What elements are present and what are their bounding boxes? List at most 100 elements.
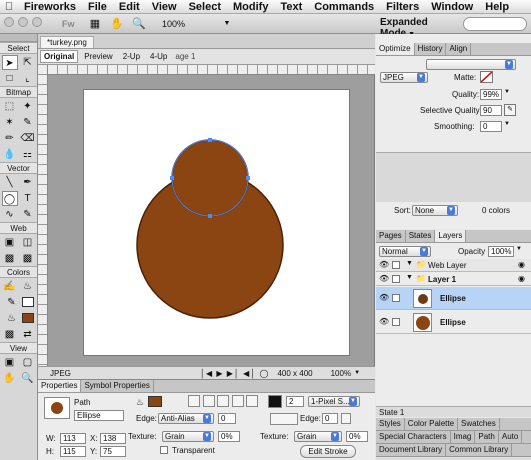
menu-fireworks[interactable]: Fireworks <box>18 1 82 13</box>
chevron-down-icon[interactable]: ▼ <box>504 121 512 132</box>
sort-select[interactable]: None ▼ <box>412 205 458 216</box>
tab-layers[interactable]: Layers <box>435 230 467 242</box>
tab-document-library[interactable]: Document Library <box>376 444 447 456</box>
subselect-tool-icon[interactable]: ⇱ <box>20 55 36 70</box>
document-tab[interactable]: *turkey.png <box>40 36 94 48</box>
marquee-tool-icon[interactable]: ⬚ <box>2 99 18 114</box>
document-zoom[interactable]: 100% <box>331 369 351 378</box>
stroke-edge-input[interactable]: 0 <box>322 413 338 424</box>
tab-color-palette[interactable]: Color Palette <box>405 418 459 430</box>
brush-tool-icon[interactable]: ✎ <box>20 115 36 130</box>
tab-symbol-properties[interactable]: Symbol Properties <box>81 380 154 392</box>
target-icon[interactable]: ◉ <box>518 260 525 269</box>
minimize-window-button[interactable] <box>18 17 28 27</box>
fill-color-swatch[interactable] <box>148 396 162 407</box>
edge-select[interactable]: Anti-Alias ▼ <box>158 413 214 424</box>
menu-view[interactable]: View <box>146 1 183 13</box>
chevron-down-icon[interactable]: ▼ <box>504 89 512 100</box>
menu-text[interactable]: Text <box>274 1 308 13</box>
screen-mode-icon[interactable]: ▣ <box>2 355 18 370</box>
stroke-color-swatch[interactable] <box>268 395 282 408</box>
magic-wand-icon[interactable]: ✶ <box>2 115 18 130</box>
stroke-size-input[interactable]: 2 <box>286 396 304 407</box>
chevron-down-icon[interactable]: ▼ <box>516 246 522 252</box>
search-input[interactable] <box>463 17 527 31</box>
edit-stroke-button[interactable]: Edit Stroke <box>300 445 356 458</box>
eye-icon[interactable]: 👁 <box>379 274 389 283</box>
stroke-position-buttons[interactable] <box>270 413 298 425</box>
workspace-switcher[interactable]: Expanded Mode▼ <box>380 17 460 39</box>
grid-icon[interactable]: ▦ <box>86 16 104 32</box>
zoom-tool-icon[interactable]: 🔍 <box>20 371 36 386</box>
tab-styles[interactable]: Styles <box>376 418 405 430</box>
tab-properties[interactable]: Properties <box>38 380 82 392</box>
preset-select[interactable]: ▼ <box>426 59 516 70</box>
tab-pages[interactable]: Pages <box>376 230 406 242</box>
default-colors-icon[interactable]: ▩ <box>2 327 18 342</box>
full-screen-icon[interactable]: ▢ <box>20 355 36 370</box>
panel-grip[interactable] <box>0 34 37 42</box>
close-window-button[interactable] <box>4 17 14 27</box>
line-tool-icon[interactable]: ╲ <box>2 175 18 190</box>
expand-triangle-icon[interactable]: ▼ <box>406 260 413 267</box>
menu-select[interactable]: Select <box>183 1 227 13</box>
fill-color-swatch[interactable] <box>21 313 34 323</box>
layer-row-ellipse[interactable]: 👁 Ellipse <box>376 311 531 334</box>
stroke-color-swatch[interactable] <box>21 297 34 307</box>
stroke-type-select[interactable]: 1-Pixel S... ▼ <box>308 396 360 407</box>
menu-commands[interactable]: Commands <box>308 1 380 13</box>
layer-row-layer1[interactable]: 👁 ▼ 📁 Layer 1 ◉ <box>376 273 531 286</box>
menu-window[interactable]: Window <box>425 1 479 13</box>
zoom-level[interactable]: 100% <box>162 19 214 29</box>
tab-swatches[interactable]: Swatches <box>458 418 500 430</box>
tab-common-library[interactable]: Common Library <box>446 444 513 456</box>
tab-2-up[interactable]: 2-Up <box>119 50 144 63</box>
tab-preview[interactable]: Preview <box>80 50 116 63</box>
menu-help[interactable]: Help <box>479 1 515 13</box>
hand-icon[interactable]: ✋ <box>108 16 126 32</box>
pen-tool-icon[interactable]: ✒ <box>20 175 36 190</box>
menu-filters[interactable]: Filters <box>380 1 425 13</box>
eyedropper-icon[interactable]: ✍ <box>2 279 18 294</box>
edit-selective-icon[interactable]: ✎ <box>504 104 516 116</box>
tab-align[interactable]: Align <box>446 43 472 55</box>
stroke-edge-toggle[interactable] <box>341 413 351 424</box>
lasso-tool-icon[interactable]: ✦ <box>20 99 36 114</box>
stroke-color-icon[interactable]: ✎ <box>4 295 20 310</box>
blend-mode-select[interactable]: Normal ▼ <box>379 246 431 257</box>
lock-checkbox[interactable] <box>392 318 400 326</box>
fill-options-buttons[interactable] <box>188 395 268 408</box>
zoom-window-button[interactable] <box>32 17 42 27</box>
freeform-tool-icon[interactable]: ∿ <box>2 207 18 222</box>
rubber-stamp-icon[interactable]: ⚏ <box>20 147 36 162</box>
height-input[interactable]: 115 <box>60 446 86 457</box>
swap-colors-icon[interactable]: ⇄ <box>20 327 36 342</box>
knife-tool-icon[interactable]: ✎ <box>20 207 36 222</box>
lock-checkbox[interactable] <box>392 261 400 269</box>
playback-controls[interactable]: │◀ ▶ ▶│ ◀│ ◯ <box>200 369 269 378</box>
edge-amount-input[interactable]: 0 <box>218 413 236 424</box>
selective-quality-input[interactable]: 90 <box>480 105 502 116</box>
canvas[interactable] <box>84 90 349 355</box>
lock-checkbox[interactable] <box>392 294 400 302</box>
menu-modify[interactable]: Modify <box>227 1 274 13</box>
width-input[interactable]: 113 <box>60 433 86 444</box>
object-name-input[interactable]: Ellipse <box>74 410 124 421</box>
texture-amount-input[interactable]: 0% <box>218 431 240 442</box>
lock-checkbox[interactable] <box>392 275 400 283</box>
target-icon[interactable]: ◉ <box>518 274 525 283</box>
paint-bucket-icon[interactable]: ♨ <box>20 279 36 294</box>
hotspot-tool-icon[interactable]: ▣ <box>2 235 18 250</box>
tab-image-editing[interactable]: Imag <box>451 431 476 443</box>
slice-tool-icon[interactable]: ◫ <box>20 235 36 250</box>
pointer-tool-icon[interactable]: ➤ <box>1 54 18 70</box>
ellipse-tool-icon[interactable]: ◯ <box>1 190 18 206</box>
tab-optimize[interactable]: Optimize <box>376 43 415 55</box>
hand-tool-icon[interactable]: ✋ <box>2 371 18 386</box>
tab-auto-shape[interactable]: Auto <box>499 431 523 443</box>
expand-triangle-icon[interactable]: ▼ <box>406 274 413 281</box>
tab-states[interactable]: States <box>406 230 436 242</box>
tab-4-up[interactable]: 4-Up <box>146 50 171 63</box>
layer-row-web[interactable]: 👁 ▼ 📁 Web Layer ◉ <box>376 259 531 272</box>
chevron-down-icon[interactable]: ▼ <box>218 16 236 32</box>
